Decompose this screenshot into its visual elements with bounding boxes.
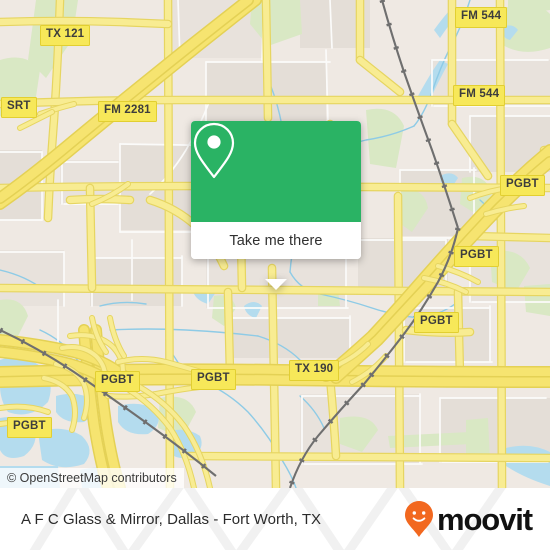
popup-header bbox=[191, 121, 361, 222]
moovit-brand[interactable]: moovit bbox=[404, 488, 533, 550]
moovit-wordmark: moovit bbox=[436, 501, 533, 537]
road-shield: FM 2281 bbox=[98, 101, 157, 122]
moovit-smiley-pin-icon bbox=[404, 501, 433, 537]
osm-attribution[interactable]: © OpenStreetMap contributors bbox=[0, 468, 184, 488]
road-shield: FM 544 bbox=[455, 7, 508, 28]
road-shield: PGBT bbox=[454, 246, 499, 267]
road-shield: PGBT bbox=[95, 371, 140, 392]
footer-bar: A F C Glass & Mirror, Dallas - Fort Wort… bbox=[0, 488, 550, 550]
location-pin-icon bbox=[193, 122, 235, 179]
road-shield: PGBT bbox=[500, 175, 545, 196]
road-shield: TX 121 bbox=[40, 25, 91, 46]
place-title: A F C Glass & Mirror, Dallas - Fort Wort… bbox=[21, 510, 322, 528]
popup-body: Take me there bbox=[191, 121, 361, 259]
location-popup[interactable]: Take me there bbox=[191, 121, 361, 290]
road-shield: PGBT bbox=[7, 417, 52, 438]
take-me-there-label: Take me there bbox=[229, 232, 323, 249]
road-shield: TX 190 bbox=[289, 360, 340, 381]
take-me-there-button[interactable]: Take me there bbox=[191, 222, 361, 259]
road-shield: PGBT bbox=[191, 369, 236, 390]
road-shield: SRT bbox=[1, 97, 37, 118]
popup-tail bbox=[265, 279, 287, 290]
map-screenshot: .w { fill:#b4dcee; } .wl { stroke:#8ecbe… bbox=[0, 0, 550, 550]
map-canvas[interactable]: .w { fill:#b4dcee; } .wl { stroke:#8ecbe… bbox=[0, 0, 550, 488]
road-shield: PGBT bbox=[414, 312, 459, 333]
road-shield: FM 544 bbox=[453, 85, 506, 106]
